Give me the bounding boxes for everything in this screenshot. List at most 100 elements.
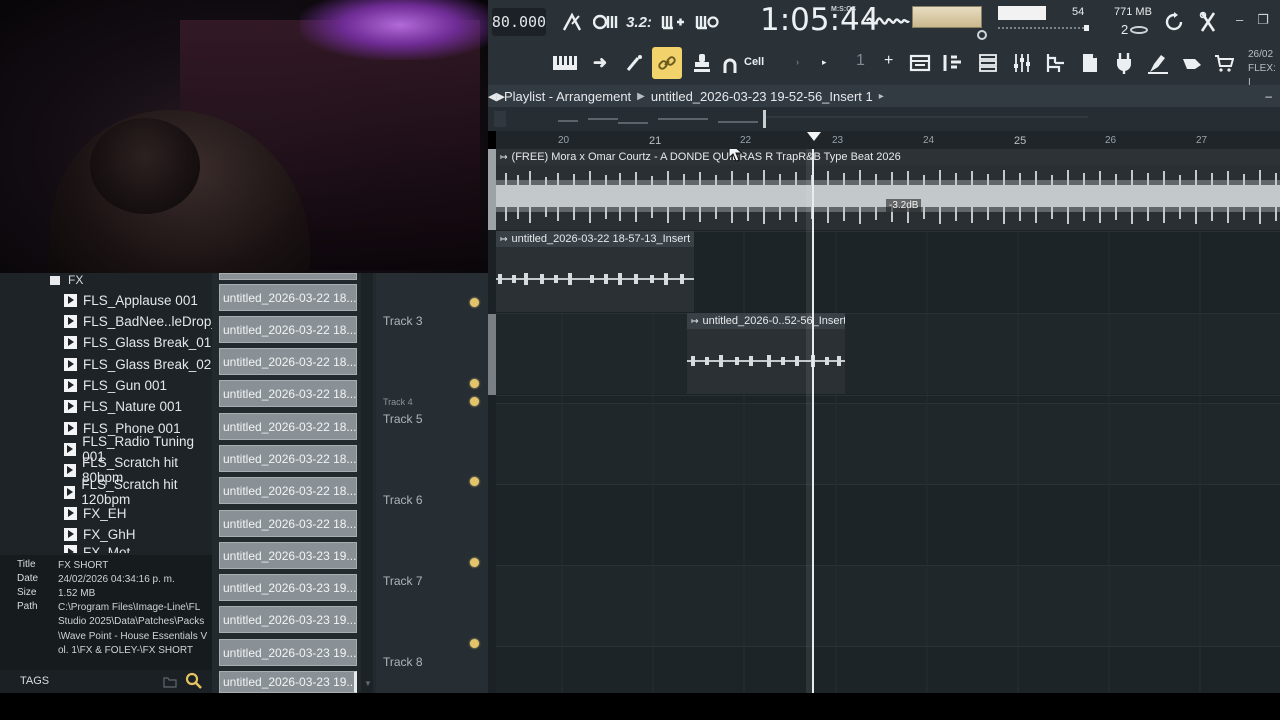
clip-source-item[interactable] <box>219 273 357 280</box>
pen-icon[interactable] <box>1146 50 1170 76</box>
clip-source-item[interactable]: untitled_2026-03-22 18... <box>219 284 357 311</box>
audio-clip-insert-1[interactable]: ↦ untitled_2026-03-22 18-57-13_Insert 1 <box>496 231 694 312</box>
browser-item-label: FLS_Glass Break_02 <box>83 356 212 372</box>
typing-keyboard-icon[interactable] <box>552 50 578 76</box>
snap-select[interactable]: Cell <box>744 56 764 68</box>
track-label[interactable]: Track 3 <box>383 314 423 328</box>
clip-source-item[interactable]: untitled_2026-03-22 18... <box>219 348 357 375</box>
track-label[interactable]: Track 5 <box>383 412 423 426</box>
step-icon[interactable]: 3.2: <box>626 9 652 35</box>
refresh-icon[interactable] <box>1162 9 1186 35</box>
playlist-menu-icon[interactable]: ◀▶ <box>488 90 505 103</box>
clip-source-item[interactable]: untitled_2026-03-22 18... <box>219 477 357 504</box>
clip-source-item[interactable]: untitled_2026-03-23 19... <box>219 671 357 693</box>
pitch-knob-icon[interactable] <box>977 30 987 40</box>
clip-menu-icon[interactable]: ↦ <box>500 152 508 163</box>
shop-icon[interactable] <box>1212 50 1236 76</box>
ruler-bar-26: 26 <box>1105 135 1117 146</box>
oscilloscope-icon <box>865 8 910 34</box>
track-label[interactable]: Track 4 <box>383 397 413 407</box>
piano-roll-icon[interactable] <box>942 50 966 76</box>
track-led-icon[interactable] <box>470 477 479 486</box>
timeline-ruler[interactable]: 20 21 22 23 24 25 26 27 <box>496 131 1280 149</box>
playhead-marker-icon[interactable] <box>806 131 822 143</box>
playlist-overview[interactable] <box>488 107 1280 131</box>
track-label[interactable]: Track 7 <box>383 574 423 588</box>
clip-source-item[interactable]: untitled_2026-03-22 18... <box>219 316 357 343</box>
tools-icon[interactable] <box>1196 9 1220 35</box>
browser-item[interactable]: FLS_Nature 001 <box>64 396 182 416</box>
browser-item-label: FX_GhH <box>83 526 136 542</box>
playlist-icon[interactable] <box>908 50 932 76</box>
clip-source-item[interactable]: untitled_2026-03-22 18... <box>219 510 357 537</box>
folder-fx[interactable]: FX <box>50 273 83 287</box>
arrow-right-icon[interactable]: ➜ <box>588 50 612 76</box>
peak-meter <box>912 6 982 28</box>
wait-record-icon[interactable] <box>592 9 620 35</box>
master-volume-bar[interactable] <box>998 6 1046 20</box>
track-label[interactable]: Track 8 <box>383 655 423 669</box>
maximize-icon[interactable]: ❐ <box>1257 12 1269 28</box>
tempo-display[interactable]: 80.000 <box>492 8 546 36</box>
minimize-icon[interactable]: – <box>1236 12 1243 28</box>
browser-icon[interactable] <box>1078 50 1102 76</box>
browser-item[interactable]: FX_Mot <box>64 545 130 553</box>
browser-item[interactable]: FLS_Applause 001 <box>64 290 198 310</box>
magnet-icon[interactable] <box>722 53 738 79</box>
info-date-label: Date <box>17 573 39 584</box>
playlist-title-bar[interactable]: ◀▶ Playlist - Arrangement ▶ untitled_202… <box>488 85 1280 107</box>
brush-icon[interactable] <box>622 50 646 76</box>
browser-item[interactable]: FLS_BadNee..leDrop_02 <box>64 311 234 331</box>
browser-item[interactable]: FLS_Glass Break_01 <box>64 332 211 352</box>
master-pitch-slider[interactable] <box>998 24 1090 32</box>
link-icon[interactable] <box>652 47 682 79</box>
clip-menu-icon[interactable]: ↦ <box>500 234 508 245</box>
browser-item[interactable]: FLS_Scratch hit 120bpm <box>64 477 212 507</box>
step-add-icon[interactable]: + <box>884 52 893 70</box>
browser-item[interactable]: FX_GhH <box>64 524 136 544</box>
track-led-icon[interactable] <box>470 397 479 406</box>
stamp-icon[interactable] <box>690 50 714 76</box>
loop-record-icon[interactable] <box>694 9 720 35</box>
scroll-down-icon[interactable]: ▼ <box>364 679 372 688</box>
clip-source-item[interactable]: untitled_2026-03-22 18... <box>219 413 357 440</box>
clip-source-item[interactable]: untitled_2026-03-22 18... <box>219 445 357 472</box>
step-value[interactable]: 1 <box>856 52 865 70</box>
metronome-icon[interactable] <box>560 9 584 35</box>
ruler-bar-25: 25 <box>1014 135 1027 147</box>
plug-icon[interactable] <box>1112 50 1136 76</box>
plugin-icon[interactable] <box>1044 50 1068 76</box>
search-icon[interactable] <box>185 672 203 690</box>
playlist-minimize-icon[interactable]: – <box>1265 89 1272 103</box>
browser-item[interactable]: FLS_Gun 001 <box>64 375 167 395</box>
browser-item-label: FLS_Applause 001 <box>83 292 198 308</box>
clip-menu-icon[interactable]: ↦ <box>691 316 699 327</box>
arrangement-grid[interactable]: ↦ (FREE) Mora x Omar Courtz - A DONDE QU… <box>488 149 1280 693</box>
clip-source-item[interactable]: untitled_2026-03-23 19... <box>219 606 357 633</box>
browser-item[interactable]: FX_EH <box>64 503 127 523</box>
track-led-icon[interactable] <box>470 298 479 307</box>
track-led-icon[interactable] <box>470 639 479 648</box>
blend-notes-icon[interactable] <box>660 9 686 35</box>
track-led-icon[interactable] <box>470 558 479 567</box>
browser-item[interactable]: FLS_Glass Break_02 <box>64 354 211 374</box>
folder-outline-icon[interactable] <box>163 676 177 688</box>
clip-source-item[interactable]: untitled_2026-03-22 18... <box>219 380 357 407</box>
song-position-clock[interactable]: 1:05:44 <box>760 2 880 42</box>
clip-source-item[interactable]: untitled_2026-03-23 19... <box>219 542 357 569</box>
clip-source-item[interactable]: untitled_2026-03-23 19... <box>219 639 357 666</box>
pattern-chevron-icon[interactable]: ▸ <box>879 91 884 102</box>
touch-icon[interactable] <box>1180 50 1204 76</box>
audio-clip-insert-2[interactable]: ↦ untitled_2026-0..52-56_Insert 1 <box>687 313 845 394</box>
track-led-icon[interactable] <box>470 379 479 388</box>
step-prev-icon[interactable]: ▸ <box>822 57 827 68</box>
track-label[interactable]: Track 6 <box>383 493 423 507</box>
pattern-name[interactable]: untitled_2026-03-23 19-52-56_Insert 1 <box>651 89 873 104</box>
audio-clip-beat[interactable]: ↦ (FREE) Mora x Omar Courtz - A DONDE QU… <box>496 149 1280 230</box>
clip-title: ↦ (FREE) Mora x Omar Courtz - A DONDE QU… <box>496 149 1280 165</box>
mixer-icon[interactable] <box>1010 50 1034 76</box>
snap-chevron-icon[interactable]: › <box>796 57 799 67</box>
clip-list-scrollbar[interactable]: ▼ <box>361 273 373 693</box>
clip-source-item[interactable]: untitled_2026-03-23 19... <box>219 574 357 601</box>
channel-rack-icon[interactable] <box>976 50 1000 76</box>
